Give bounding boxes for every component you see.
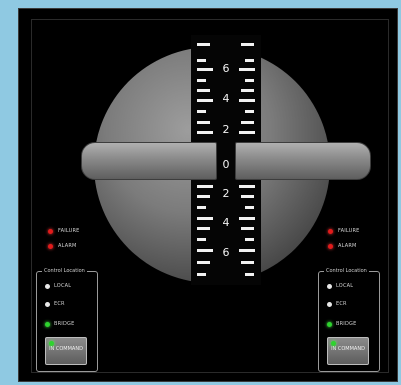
scale-tick [197,249,213,252]
scale-tick [239,68,255,71]
scale-label-bottom-2: 2 [222,187,230,200]
scale-tick [197,261,210,264]
alarm-label-left: ALARM [58,243,77,249]
scale-label-zero: 0 [222,158,230,171]
scale-tick [197,89,210,92]
control-location-title-left: Control Location [42,268,87,274]
scale-tick [197,121,210,124]
scale-label-top-2: 2 [222,123,230,136]
scale-tick [197,195,210,198]
scale-tick [241,261,254,264]
bridge-led-left [45,322,50,327]
rudder-indicator-panel: 6 4 2 0 2 4 6 FAILURE ALARM Control Loca… [18,8,398,382]
scale-tick [239,217,255,220]
failure-label-left: FAILURE [58,228,80,234]
scale-label-top-4: 4 [222,92,230,105]
scale-tick [239,249,255,252]
scale-tick [197,131,213,134]
alarm-led-right [328,244,333,249]
ecr-led-right [327,302,332,307]
scale-tick [197,227,210,230]
scale-tick [241,227,254,230]
bridge-label-right: BRIDGE [336,321,357,327]
scale-tick [239,185,255,188]
scale-tick [197,110,206,113]
local-led-left [45,284,50,289]
control-location-group-right: Control Location LOCAL ECR BRIDGE IN COM… [318,268,380,372]
scale-tick [245,79,254,82]
failure-led-left [48,229,53,234]
in-command-label-right: IN COMMAND [331,346,365,352]
scale-tick [241,43,254,46]
in-command-led-left [49,341,54,346]
scale-tick [197,68,213,71]
scale-tick [245,206,254,209]
control-location-title-right: Control Location [324,268,369,274]
ecr-led-left [45,302,50,307]
local-led-right [327,284,332,289]
scale-tick [245,273,254,276]
scale-tick [241,89,254,92]
scale-label-bottom-4: 4 [222,216,230,229]
scale-tick [241,195,254,198]
control-location-group-left: Control Location LOCAL ECR BRIDGE IN COM… [36,268,98,372]
scale-tick [245,110,254,113]
scale-tick [197,99,213,102]
scale-tick [239,131,255,134]
scale-tick [197,206,206,209]
scale-tick [197,273,206,276]
ecr-label-right: ECR [336,301,347,307]
scale-label-top-6: 6 [222,62,230,75]
in-command-button-left[interactable]: IN COMMAND [45,337,87,365]
rudder-bar-left [81,142,217,180]
bridge-led-right [327,322,332,327]
in-command-button-right[interactable]: IN COMMAND [327,337,369,365]
scale-tick [245,238,254,241]
failure-label-right: FAILURE [338,228,360,234]
in-command-label-left: IN COMMAND [49,346,83,352]
scale-tick [197,59,206,62]
alarm-label-right: ALARM [338,243,357,249]
scale-label-bottom-6: 6 [222,246,230,259]
bridge-label-left: BRIDGE [54,321,75,327]
rudder-bar-right [235,142,371,180]
scale-tick [197,79,206,82]
scale-tick [197,217,213,220]
ecr-label-left: ECR [54,301,65,307]
scale-tick [239,99,255,102]
scale-tick [197,185,213,188]
scale-tick [197,43,210,46]
local-label-right: LOCAL [336,283,354,289]
scale-tick [241,121,254,124]
scale-tick [245,59,254,62]
failure-led-right [328,229,333,234]
in-command-led-right [331,341,336,346]
scale-tick [197,238,206,241]
alarm-led-left [48,244,53,249]
local-label-left: LOCAL [54,283,72,289]
